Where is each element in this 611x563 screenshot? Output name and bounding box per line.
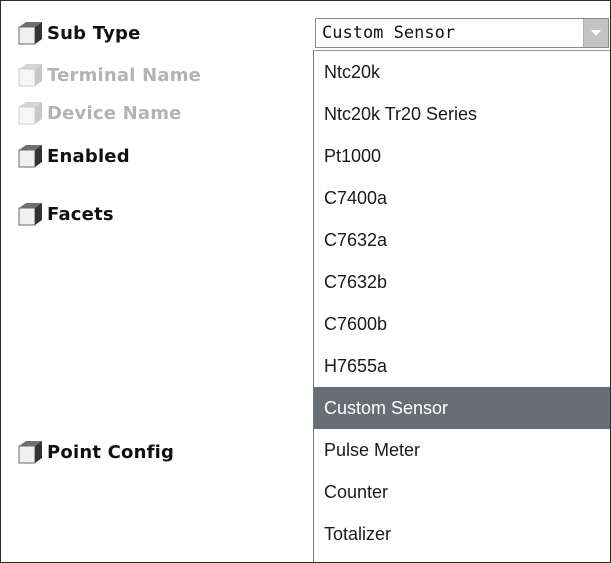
property-row-point-config[interactable]: Point Config [17,439,174,465]
property-label: Terminal Name [47,64,202,86]
chevron-down-icon [591,30,601,36]
dropdown-option-c7400a[interactable]: C7400a [314,177,610,219]
dropdown-option-counter[interactable]: Counter [314,471,610,513]
property-row-facets[interactable]: Facets [17,201,114,227]
property-sheet: Sub Type Terminal Name Device Name Enabl… [0,0,611,563]
cube-icon [18,145,42,168]
dropdown-option-pt1000[interactable]: Pt1000 [314,135,610,177]
sub-type-dropdown-list[interactable]: Ntc20k Ntc20k Tr20 Series Pt1000 C7400a … [313,50,610,562]
property-label: Enabled [47,145,130,167]
property-row-device-name[interactable]: Device Name [17,100,182,126]
dropdown-option-c7600b[interactable]: C7600b [314,303,610,345]
property-row-terminal-name[interactable]: Terminal Name [17,62,201,88]
property-label: Sub Type [47,22,141,44]
dropdown-option-c7632a[interactable]: C7632a [314,219,610,261]
property-label: Point Config [47,441,175,463]
property-label: Device Name [47,102,182,124]
dropdown-option-ntc20k-tr20-series[interactable]: Ntc20k Tr20 Series [314,93,610,135]
cube-icon [18,102,42,125]
dropdown-option-h7655a[interactable]: H7655a [314,345,610,387]
property-row-sub-type[interactable]: Sub Type [17,20,141,46]
cube-icon [18,64,42,87]
dropdown-option-pulse-meter[interactable]: Pulse Meter [314,429,610,471]
cube-icon [18,441,42,464]
dropdown-option-custom-sensor[interactable]: Custom Sensor [314,387,610,429]
property-row-enabled[interactable]: Enabled [17,143,130,169]
dropdown-option-ntc20k[interactable]: Ntc20k [314,51,610,93]
cube-icon [18,22,42,45]
sub-type-select-value: Custom Sensor [322,23,456,43]
property-label: Facets [47,203,114,225]
cube-icon [18,203,42,226]
dropdown-option-c7632b[interactable]: C7632b [314,261,610,303]
sub-type-select[interactable]: Custom Sensor [315,18,609,48]
dropdown-option-totalizer[interactable]: Totalizer [314,513,610,555]
dropdown-arrow-button[interactable] [583,19,608,47]
